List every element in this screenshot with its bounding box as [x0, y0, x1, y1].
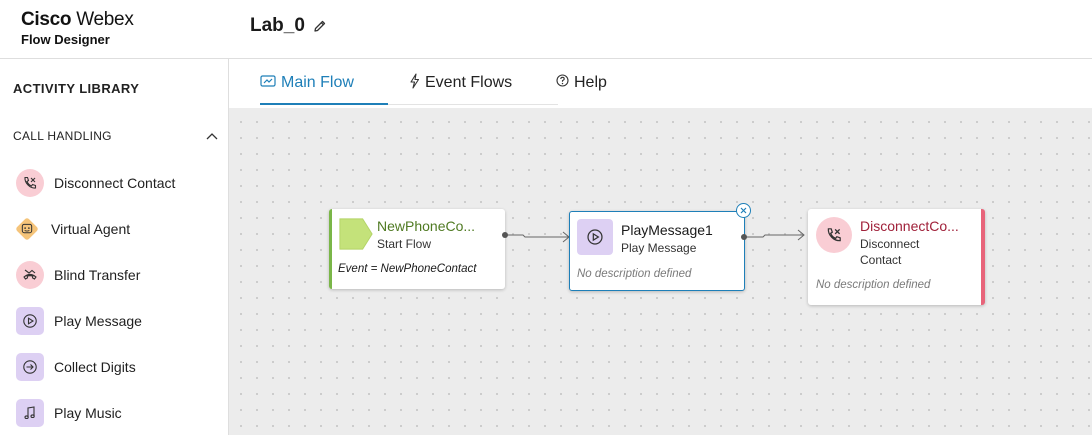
tab-label: Main Flow	[281, 74, 354, 91]
flow-icon	[260, 74, 276, 93]
node-title: NewPhoneCo...	[377, 218, 476, 234]
node-subtitle-line2: Contact	[860, 253, 902, 267]
activity-label: Blind Transfer	[54, 267, 141, 283]
brand-logo: Cisco Webex Flow Designer	[21, 9, 134, 48]
node-title: PlayMessage1	[621, 222, 713, 238]
tab-event-flows[interactable]: Event Flows	[409, 59, 512, 107]
phone-disconnect-icon	[16, 169, 44, 197]
chevron-up-icon[interactable]	[206, 127, 218, 145]
tab-help[interactable]: Help	[556, 59, 607, 107]
flow-title: Lab_0	[250, 15, 327, 37]
edge-play-to-disconnect	[744, 234, 804, 238]
brand-name: Cisco Webex	[21, 9, 134, 30]
tab-main-flow[interactable]: Main Flow	[260, 59, 354, 107]
node-event: Event = NewPhoneContact	[338, 263, 477, 275]
node-title: DisconnectCo...	[860, 218, 959, 234]
activity-play-message[interactable]: Play Message	[16, 305, 142, 337]
activity-virtual-agent[interactable]: Virtual Agent	[13, 213, 130, 245]
flow-tabs: Main Flow Event Flows Help	[229, 59, 1092, 108]
node-description: No description defined	[577, 268, 692, 280]
brand-name-bold: Cisco	[21, 9, 72, 30]
section-title: CALL HANDLING	[13, 129, 112, 143]
node-disconnect-contact[interactable]: DisconnectCo... Disconnect Contact No de…	[808, 209, 985, 305]
activity-disconnect-contact[interactable]: Disconnect Contact	[16, 167, 175, 199]
music-note-icon	[16, 399, 44, 427]
activity-blind-transfer[interactable]: Blind Transfer	[16, 259, 140, 291]
node-subtitle: Play Message	[621, 241, 697, 255]
phone-disconnect-icon	[816, 217, 852, 253]
node-subtitle-line1: Disconnect	[860, 237, 920, 251]
tab-label: Help	[574, 74, 607, 91]
help-circle-icon	[556, 74, 569, 92]
pencil-icon[interactable]	[313, 19, 327, 33]
bot-icon	[13, 215, 41, 243]
play-circle-icon	[577, 219, 613, 255]
blind-transfer-icon	[16, 261, 44, 289]
flow-canvas[interactable]: NewPhoneCo... Start Flow Event = NewPhon…	[229, 108, 1092, 435]
brand-name-light: Webex	[76, 9, 134, 30]
activity-collect-digits[interactable]: Collect Digits	[16, 351, 136, 383]
activity-label: Collect Digits	[54, 359, 136, 375]
arrow-circle-icon	[16, 353, 44, 381]
output-connector[interactable]	[502, 232, 508, 238]
active-tab-indicator	[260, 103, 388, 105]
product-name: Flow Designer	[21, 32, 110, 47]
tab-divider	[388, 104, 558, 105]
activity-label: Play Message	[54, 313, 142, 329]
node-play-message[interactable]: PlayMessage1 Play Message No description…	[569, 211, 745, 291]
flow-title-text: Lab_0	[250, 15, 305, 36]
tab-label: Event Flows	[425, 74, 513, 91]
activity-play-music[interactable]: Play Music	[16, 397, 122, 429]
start-flag-icon	[338, 216, 374, 252]
play-circle-icon	[16, 307, 44, 335]
edge-start-to-play	[505, 234, 569, 238]
app-header: Cisco Webex Flow Designer Lab_0	[0, 0, 1092, 59]
activity-label: Virtual Agent	[51, 221, 131, 237]
node-subtitle: Start Flow	[377, 237, 432, 251]
node-start-flow[interactable]: NewPhoneCo... Start Flow Event = NewPhon…	[329, 209, 505, 289]
close-icon[interactable]	[736, 203, 751, 218]
output-connector[interactable]	[741, 234, 747, 240]
activity-label: Disconnect Contact	[54, 175, 176, 191]
activity-library-sidebar: ACTIVITY LIBRARY CALL HANDLING Disconnec…	[0, 59, 229, 435]
lightning-icon	[409, 72, 420, 94]
node-description: No description defined	[816, 279, 931, 291]
activity-label: Play Music	[54, 405, 122, 421]
call-handling-section-header[interactable]: CALL HANDLING	[13, 127, 218, 145]
activity-library-title: ACTIVITY LIBRARY	[13, 81, 140, 96]
